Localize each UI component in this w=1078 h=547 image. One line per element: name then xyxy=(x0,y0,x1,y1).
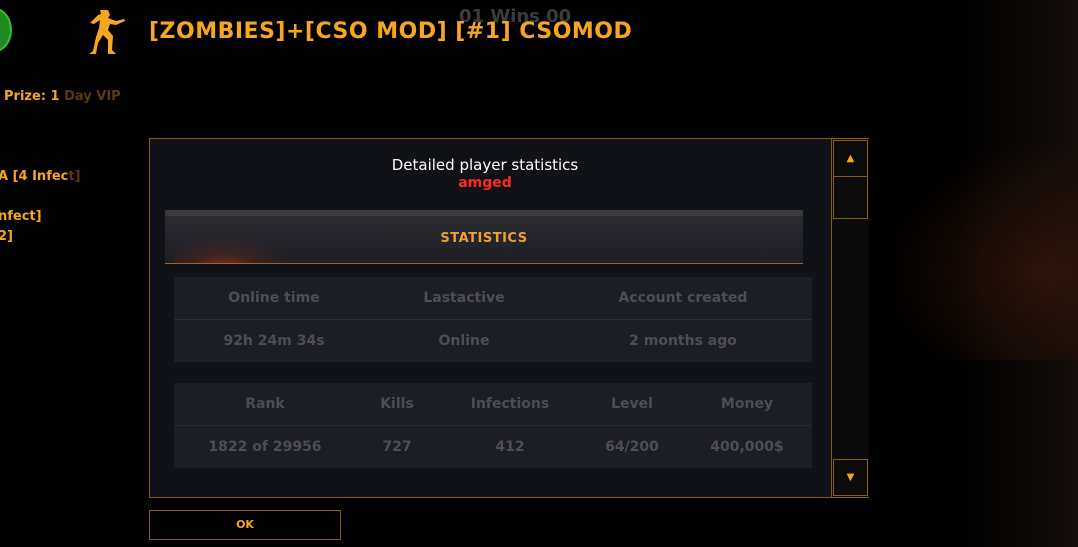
table-cell: Online xyxy=(438,333,490,349)
table-cell: 64/200 xyxy=(605,439,659,455)
table-row: 92h 24m 34s Online 2 months ago xyxy=(174,320,812,363)
ok-button[interactable]: OK xyxy=(149,510,341,540)
table-header-row: Online time Lastactive Account created xyxy=(174,277,812,320)
scroll-up-button[interactable]: ▲ xyxy=(833,140,868,177)
chevron-down-icon: ▼ xyxy=(846,472,855,483)
player-name: amged xyxy=(458,175,512,191)
hud-line-1: A [4 Infect] xyxy=(0,169,81,184)
table-cell: 2 months ago xyxy=(629,333,737,349)
player-stats-dialog: Detailed player statistics amged STATIST… xyxy=(149,138,869,498)
hud-line-1-dim: t] xyxy=(68,169,81,184)
server-title: [ZOMBIES]+[CSO MOD] [#1] CSOMOD xyxy=(149,19,633,44)
chevron-up-icon: ▲ xyxy=(846,153,855,164)
table-header-cell: Kills xyxy=(356,383,438,426)
dialog-scrollbar[interactable]: ▲ ▼ xyxy=(831,139,869,497)
table-header-cell: Money xyxy=(682,383,812,426)
table-cell: 1822 of 29956 xyxy=(208,439,322,455)
table-cell: 727 xyxy=(382,439,412,455)
table-header-cell: Infections xyxy=(438,383,582,426)
hud-prize: Prize: 1 Day VIP xyxy=(4,89,121,104)
table-header-row: Rank Kills Infections Level Money xyxy=(174,383,812,426)
stats-table-performance: Rank Kills Infections Level Money 1822 o… xyxy=(174,383,812,468)
stats-table-activity: Online time Lastactive Account created 9… xyxy=(174,277,812,362)
table-header-cell: Online time xyxy=(174,277,374,320)
statistics-banner: STATISTICS xyxy=(165,210,803,264)
table-cell: 92h 24m 34s xyxy=(223,333,325,349)
table-row: 1822 of 29956 727 412 64/200 400,000$ xyxy=(174,426,812,469)
scroll-down-button[interactable]: ▼ xyxy=(833,459,868,496)
hud-line-2: nfect] xyxy=(0,209,42,224)
table-cell: 412 xyxy=(495,439,525,455)
table-header-cell: Lastactive xyxy=(374,277,554,320)
background-glow xyxy=(880,140,1078,360)
statistics-label: STATISTICS xyxy=(440,231,528,246)
hud-prize-label: Prize: 1 xyxy=(4,89,60,104)
dialog-content: Detailed player statistics amged STATIST… xyxy=(150,139,831,497)
hud-line-1-main: A [4 Infec xyxy=(0,169,69,184)
table-header-cell: Rank xyxy=(174,383,356,426)
hud-prize-suffix: Day VIP xyxy=(64,89,121,104)
counter-strike-logo-icon xyxy=(89,10,125,54)
status-indicator xyxy=(0,8,12,52)
scroll-thumb[interactable] xyxy=(833,176,868,219)
dialog-title: Detailed player statistics xyxy=(391,156,579,174)
table-header-cell: Account created xyxy=(554,277,812,320)
table-header-cell: Level xyxy=(582,383,682,426)
hud-line-3: 2] xyxy=(0,229,13,244)
table-cell: 400,000$ xyxy=(710,439,784,455)
